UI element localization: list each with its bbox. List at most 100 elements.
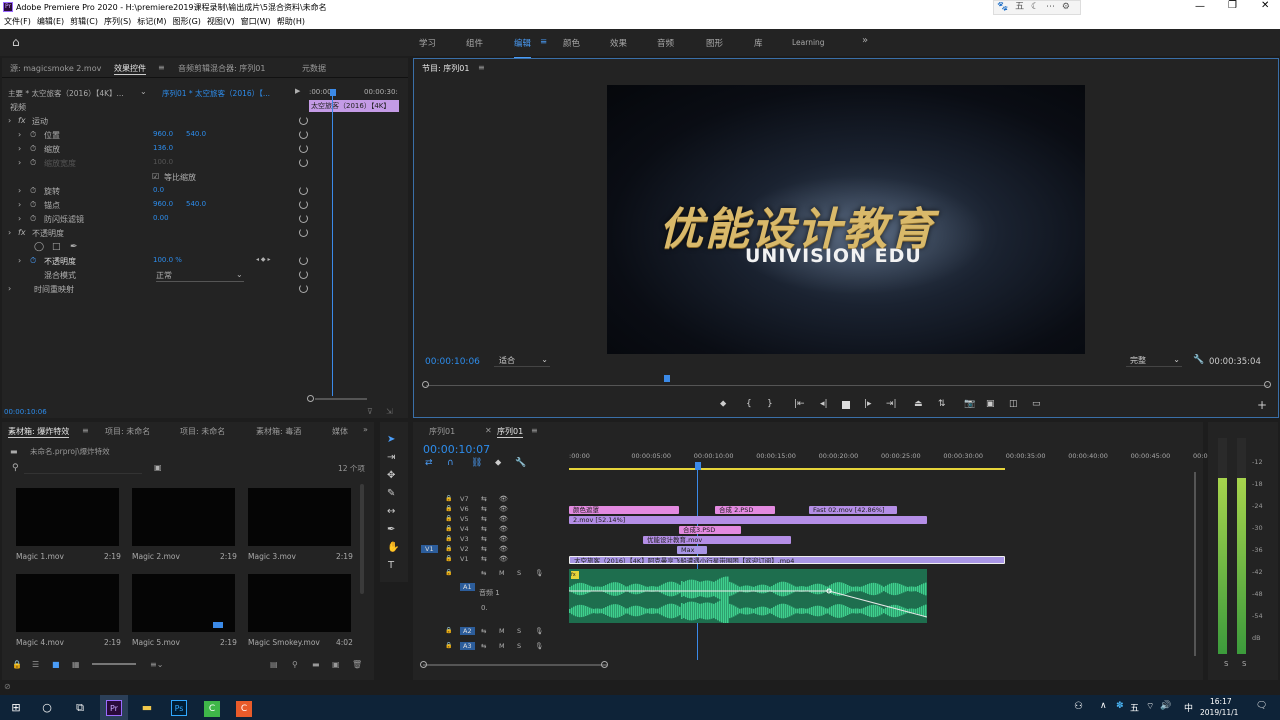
mark-in-icon[interactable]: { [746,399,752,409]
eye-icon[interactable]: 👁 [499,535,508,543]
stopwatch-icon[interactable]: ⏱ [30,158,36,168]
tab-effect-controls[interactable]: 效果控件 [114,63,146,75]
eye-icon[interactable]: 👁 [499,505,508,513]
timeline-clip[interactable]: 合成 2.PSD [715,506,775,514]
program-video-frame[interactable]: 优能设计教育 UNIVISION EDU [607,85,1085,354]
tab-sequence-a[interactable]: 序列01 [429,426,455,437]
freeform-view-icon[interactable]: ▦ [72,660,80,669]
track-name[interactable]: A3 [460,642,475,650]
more-tabs-icon[interactable]: » [363,425,368,434]
ws-edit[interactable]: 编辑 [514,37,532,59]
ec-row[interactable]: ☑ 等比缩放 [8,170,308,184]
ec-row[interactable]: › 时间重映射 [8,282,308,296]
add-marker-icon[interactable]: ⬥ [495,458,501,468]
icon-view-icon[interactable]: ■ [52,660,60,669]
h-scroll-left[interactable] [420,661,427,668]
program-scrub-bar[interactable] [426,385,1268,386]
twirl-icon[interactable]: › [18,214,21,223]
program-playhead[interactable] [664,375,670,382]
media-thumbnail[interactable] [132,574,235,632]
ec-value-1[interactable]: 100.0 % [153,256,182,264]
twirl-icon[interactable]: › [18,256,21,265]
premiere-taskbar-icon[interactable]: Pr [100,695,128,720]
master-dropdown-icon[interactable]: ⌄ [140,87,147,96]
sync-lock-icon[interactable]: ⇆ [481,627,486,635]
timeline-clip[interactable]: 太空旅客（2016）【4K】阿克曼亨飞船遭遇小行星带围困【欢迎订阅】.mp4 [569,556,1005,564]
ec-row[interactable]: › fx 不透明度 [8,226,308,240]
reset-icon[interactable] [299,158,308,167]
mute-button[interactable]: M [499,627,505,635]
slip-icon[interactable]: ↔ [387,506,395,517]
project-scrollbar[interactable] [360,484,364,594]
ec-row[interactable]: › ⏱ 缩放宽度 100.0 [8,156,308,170]
razor-icon[interactable]: ✎ [387,488,395,499]
stopwatch-icon[interactable]: ⏱ [30,214,36,224]
export-icon[interactable]: ⇲ [386,407,393,416]
ws-learn[interactable]: 学习 [419,37,436,49]
ellipse-mask-icon[interactable]: ◯ [34,242,44,252]
compare-icon[interactable]: ▣ [986,399,995,409]
menu-item[interactable]: 序列(S) [104,15,131,29]
program-timecode[interactable]: 00:00:10:06 [425,357,480,367]
ws-audio[interactable]: 音频 [657,37,674,49]
safe-margins-icon[interactable]: ▭ [1032,399,1041,409]
overlay-icon[interactable]: ◫ [1009,399,1018,409]
ec-scroll-track[interactable] [315,398,367,400]
mute-button[interactable]: M [499,569,505,577]
search-icon[interactable]: ⚲ [12,463,19,473]
menu-item[interactable]: 视图(V) [207,15,235,29]
tray-wifi-icon[interactable]: ⌔ [1146,701,1154,712]
ws-assembly[interactable]: 组件 [466,37,483,49]
tab-metadata[interactable]: 元数据 [302,63,326,74]
track-name[interactable]: V3 [460,535,469,543]
track-lock-icon[interactable]: 🔒 [445,569,452,576]
sequence-clip-label[interactable]: 序列01 * 太空旅客（2016）【... [162,88,270,99]
ec-value-1[interactable]: 960.0 [153,200,173,208]
ec-row[interactable]: › ⏱ 不透明度 100.0 % ◂ ◆ ▸ [8,254,308,268]
mic-icon[interactable]: 🎙 [535,642,543,650]
track-lock-icon[interactable]: 🔒 [445,642,452,649]
stopwatch-icon[interactable]: ⏱ [30,186,36,196]
tray-input-icon[interactable]: 五 [1130,701,1139,714]
stopwatch-icon[interactable]: ⏱ [30,200,36,210]
audio-volume-value[interactable]: 0. [481,604,488,612]
extract-icon[interactable]: ⇅ [938,399,946,409]
stopwatch-icon[interactable]: ⏱ [30,130,36,140]
linked-select-icon[interactable]: ⛓ [471,458,482,468]
tab-media[interactable]: 媒体 [332,426,350,437]
track-lock-icon[interactable]: 🔒 [445,505,452,512]
camtasia-green-icon[interactable]: C [198,695,226,720]
go-to-in-icon[interactable]: |⇤ [794,399,805,409]
stopwatch-icon[interactable]: ⏱ [30,144,36,154]
track-name[interactable]: V5 [460,515,469,523]
task-view-icon[interactable]: ⧉ [66,695,94,720]
menu-item[interactable]: 编辑(E) [37,15,64,29]
tab-project-1[interactable]: 项目: 未命名 [105,426,150,437]
search-circle-icon[interactable]: ○ [33,695,61,720]
media-thumbnail[interactable] [248,488,351,546]
reset-icon[interactable] [299,270,308,279]
step-forward-icon[interactable]: |▸ [864,399,872,409]
timeline-ruler[interactable]: :00:00 00:00:05:00 00:00:10:00 00:00:15:00 0… [569,450,1212,470]
media-thumbnail[interactable] [132,488,235,546]
solo-left-button[interactable]: S [1224,660,1228,668]
track-lock-icon[interactable]: 🔒 [445,515,452,522]
twirl-icon[interactable]: › [8,228,11,237]
reset-icon[interactable] [299,228,308,237]
fit-dropdown[interactable]: 适合 ⌄ [494,355,550,367]
ws-library[interactable]: 库 [754,37,763,49]
solo-right-button[interactable]: S [1242,660,1246,668]
timeline-v-scroll[interactable] [1194,472,1196,656]
ec-timecode[interactable]: 00:00:10:06 [4,408,47,416]
ec-row[interactable]: › ⏱ 位置 960.0 540.0 [8,128,308,142]
ripple-edit-icon[interactable]: ✥ [387,470,395,481]
track-lock-icon[interactable]: 🔒 [445,555,452,562]
reset-icon[interactable] [299,144,308,153]
track-lock-icon[interactable]: 🔒 [445,627,452,634]
tray-people-icon[interactable]: ⚇ [1074,701,1083,712]
snap-icon[interactable]: ∩ [447,458,454,468]
step-back-icon[interactable]: ◂| [820,399,828,409]
twirl-icon[interactable]: › [18,130,21,139]
sync-lock-icon[interactable]: ⇆ [481,505,487,513]
ec-row[interactable]: › ⏱ 缩放 136.0 [8,142,308,156]
